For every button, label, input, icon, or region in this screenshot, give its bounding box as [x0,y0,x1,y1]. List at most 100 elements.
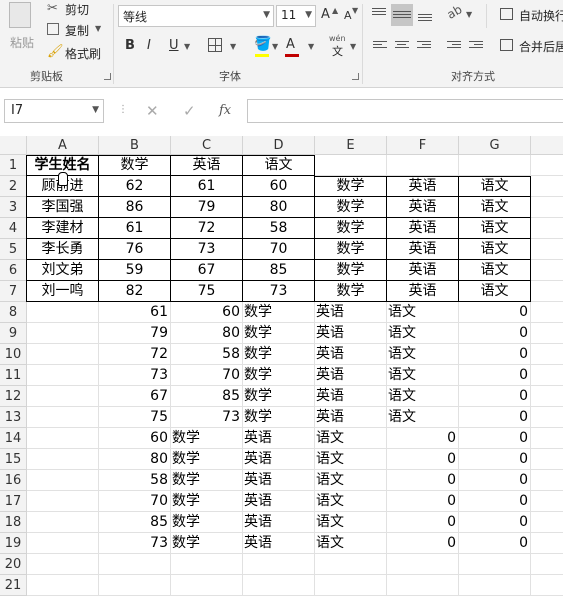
copy-button[interactable]: 复制 [65,22,89,39]
cell-e10[interactable]: 英语 [315,344,387,365]
cell-f6[interactable]: 英语 [387,260,459,281]
cell-d7[interactable]: 73 [243,281,315,302]
font-color-dropdown-icon[interactable]: ▼ [308,42,314,51]
cell-g11[interactable]: 0 [459,365,531,386]
cell-c18[interactable]: 数学 [171,512,243,533]
grid-cell[interactable] [531,407,563,428]
cell-g3[interactable]: 语文 [459,197,531,218]
increase-indent-icon[interactable] [469,39,483,50]
cell-f7[interactable]: 英语 [387,281,459,302]
cell-d6[interactable]: 85 [243,260,315,281]
cell-g13[interactable]: 0 [459,407,531,428]
grid-cell[interactable] [531,533,563,554]
font-name-select[interactable]: 等线 ▼ [118,5,274,27]
cell-d11[interactable]: 数学 [243,365,315,386]
grid-cell[interactable] [531,281,563,302]
cell-f5[interactable]: 英语 [387,239,459,260]
cell-d15[interactable]: 英语 [243,449,315,470]
cell-a3[interactable]: 李国强 [27,197,99,218]
cell-d8[interactable]: 数学 [243,302,315,323]
grid-cell[interactable] [459,554,531,575]
row-header-15[interactable]: 15 [0,449,27,470]
decrease-indent-icon[interactable] [447,39,461,50]
grid-cell[interactable] [531,512,563,533]
column-header-blank[interactable] [531,136,563,155]
cell-e12[interactable]: 英语 [315,386,387,407]
cell-d5[interactable]: 70 [243,239,315,260]
paste-button[interactable]: 粘贴 [10,34,34,51]
grid-cell[interactable] [315,155,387,176]
cell-d16[interactable]: 英语 [243,470,315,491]
grid-cell[interactable] [531,470,563,491]
cell-e13[interactable]: 英语 [315,407,387,428]
grid-cell[interactable] [27,533,99,554]
align-bottom-icon[interactable] [418,12,432,23]
row-header-3[interactable]: 3 [0,197,27,218]
column-header-b[interactable]: B [99,136,171,155]
row-header-6[interactable]: 6 [0,260,27,281]
cell-b3[interactable]: 86 [99,197,171,218]
cell-c17[interactable]: 数学 [171,491,243,512]
cell-e19[interactable]: 语文 [315,533,387,554]
cell-b15[interactable]: 80 [99,449,171,470]
cell-f8[interactable]: 语文 [387,302,459,323]
cell-c7[interactable]: 75 [171,281,243,302]
grid-cell[interactable] [531,554,563,575]
cell-b13[interactable]: 75 [99,407,171,428]
cell-c3[interactable]: 79 [171,197,243,218]
cell-c4[interactable]: 72 [171,218,243,239]
cell-g5[interactable]: 语文 [459,239,531,260]
insert-function-button[interactable]: fx [219,103,231,118]
row-header-21[interactable]: 21 [0,575,27,596]
italic-button[interactable]: I [147,38,151,53]
font-launcher-icon[interactable] [352,73,359,80]
border-icon[interactable] [208,38,222,52]
cell-d10[interactable]: 数学 [243,344,315,365]
column-header-e[interactable]: E [315,136,387,155]
cell-c19[interactable]: 数学 [171,533,243,554]
row-header-20[interactable]: 20 [0,554,27,575]
column-header-a[interactable]: A [27,136,99,155]
grid-cell[interactable] [531,365,563,386]
grid-cell[interactable] [27,512,99,533]
grid-cell[interactable] [531,386,563,407]
cell-f10[interactable]: 语文 [387,344,459,365]
cell-f12[interactable]: 语文 [387,386,459,407]
column-header-c[interactable]: C [171,136,243,155]
row-header-17[interactable]: 17 [0,491,27,512]
grid-cell[interactable] [531,155,563,176]
grid-cell[interactable] [99,575,171,596]
cell-e11[interactable]: 英语 [315,365,387,386]
grid-cell[interactable] [531,428,563,449]
orientation-dropdown-icon[interactable]: ▼ [466,10,472,19]
cell-b11[interactable]: 73 [99,365,171,386]
grid-cell[interactable] [99,554,171,575]
grid-cell[interactable] [387,155,459,176]
cell-b1[interactable]: 数学 [99,155,171,176]
cell-e18[interactable]: 语文 [315,512,387,533]
wrap-text-button[interactable]: 自动换行 [519,7,563,24]
phonetic-guide-top[interactable]: wén [329,34,346,43]
cell-b6[interactable]: 59 [99,260,171,281]
row-header-19[interactable]: 19 [0,533,27,554]
cell-b17[interactable]: 70 [99,491,171,512]
cell-d12[interactable]: 数学 [243,386,315,407]
cell-f13[interactable]: 语文 [387,407,459,428]
grid-cell[interactable] [27,554,99,575]
cell-f17[interactable]: 0 [387,491,459,512]
cell-b5[interactable]: 76 [99,239,171,260]
more-options-icon[interactable]: ⋮ [118,104,128,115]
column-header-d[interactable]: D [243,136,315,155]
align-middle-icon[interactable] [391,4,413,26]
cell-c14[interactable]: 数学 [171,428,243,449]
cell-b12[interactable]: 67 [99,386,171,407]
cell-g15[interactable]: 0 [459,449,531,470]
cell-e8[interactable]: 英语 [315,302,387,323]
cell-f11[interactable]: 语文 [387,365,459,386]
cell-a7[interactable]: 刘一鸣 [27,281,99,302]
grid-cell[interactable] [27,302,99,323]
align-top-icon[interactable] [372,6,386,17]
cell-f18[interactable]: 0 [387,512,459,533]
border-dropdown-icon[interactable]: ▼ [230,42,236,51]
cell-c15[interactable]: 数学 [171,449,243,470]
